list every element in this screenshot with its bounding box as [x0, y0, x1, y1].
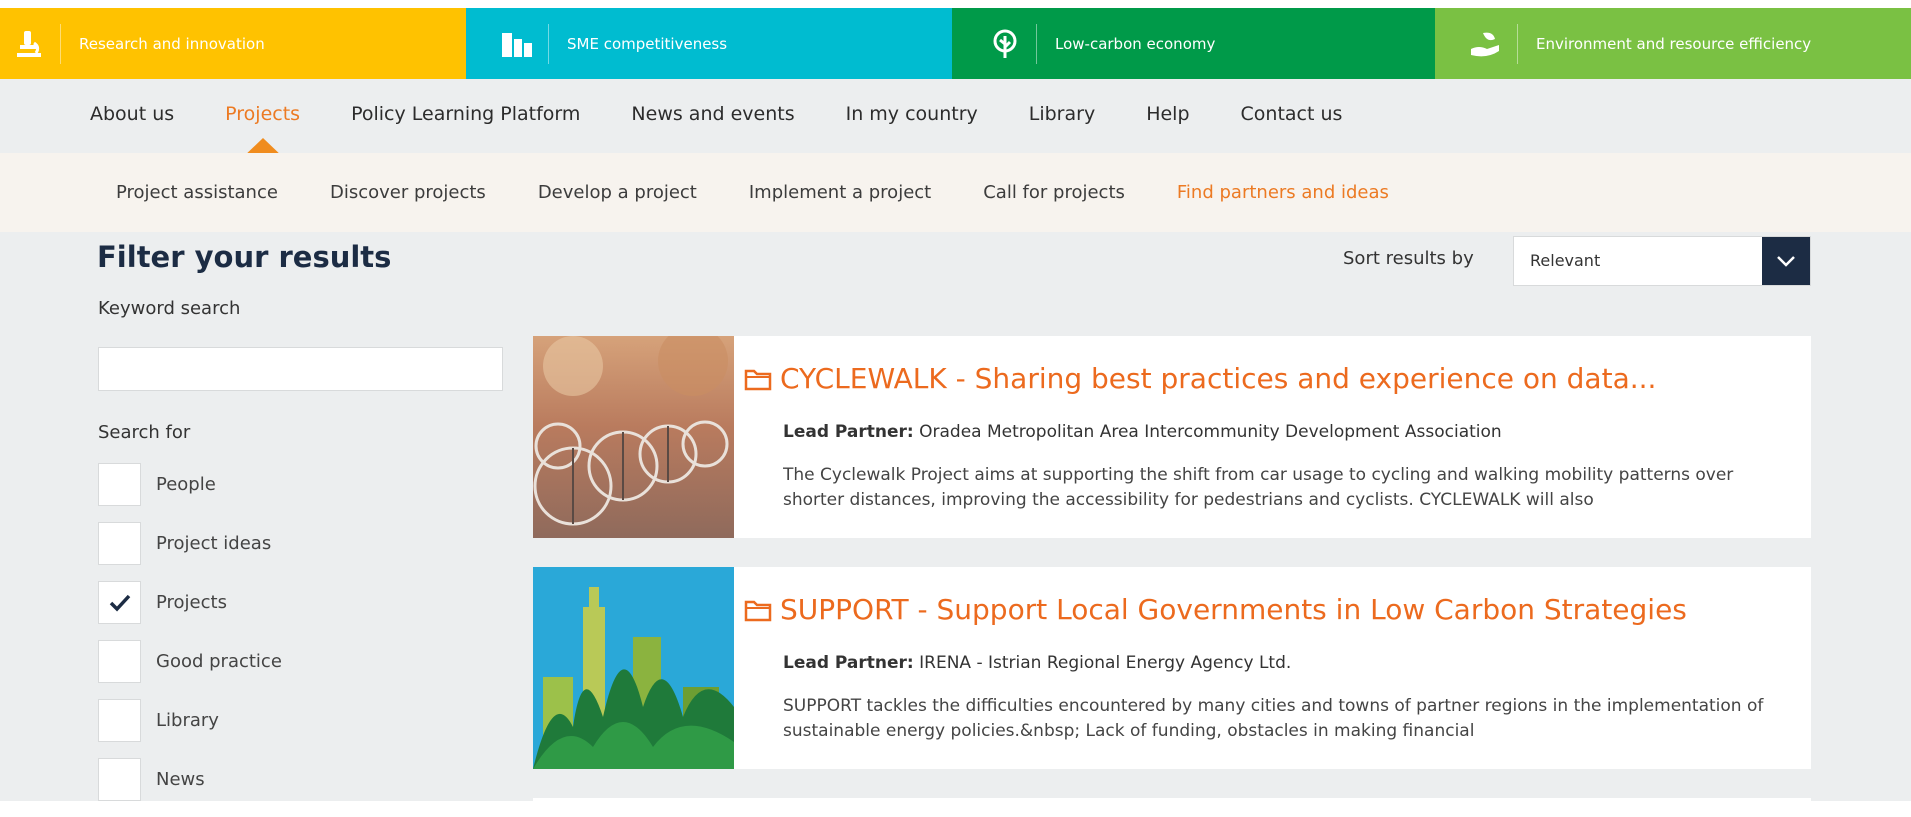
subnav-discover-projects[interactable]: Discover projects: [330, 182, 486, 203]
result-title: CYCLEWALK - Sharing best practices and e…: [780, 362, 1657, 395]
nav-news-and-events[interactable]: News and events: [631, 103, 794, 125]
theme-bar: Research and innovation SME competitiven…: [0, 8, 1911, 79]
checkbox-good-practice[interactable]: [98, 640, 141, 683]
nav-about-us[interactable]: About us: [90, 103, 174, 125]
theme-environment-label: Environment and resource efficiency: [1536, 34, 1812, 53]
subnav-project-assistance[interactable]: Project assistance: [116, 182, 278, 203]
result-card[interactable]: [533, 798, 1811, 808]
nav-library[interactable]: Library: [1029, 103, 1095, 125]
option-label: Library: [156, 710, 219, 731]
hand-leaf-icon: [1465, 23, 1507, 65]
nav-help[interactable]: Help: [1146, 103, 1189, 125]
sort-selected-value: Relevant: [1530, 251, 1601, 270]
option-label: News: [156, 769, 205, 790]
nav-policy-learning-platform[interactable]: Policy Learning Platform: [351, 103, 580, 125]
subnav-call-for-projects[interactable]: Call for projects: [983, 182, 1125, 203]
chevron-down-icon[interactable]: [1762, 237, 1810, 285]
sort-select[interactable]: Relevant: [1513, 236, 1811, 286]
checkbox-projects[interactable]: [98, 581, 141, 624]
theme-low-carbon[interactable]: Low-carbon economy: [952, 8, 1435, 79]
checkmark-icon: [109, 594, 130, 612]
lead-partner: Lead Partner: IRENA - Istrian Regional E…: [783, 653, 1291, 673]
theme-separator: [1517, 23, 1518, 64]
result-thumbnail[interactable]: [533, 567, 734, 769]
tree-icon: [984, 23, 1026, 65]
theme-sme-label: SME competitiveness: [567, 34, 728, 53]
folder-icon: [744, 367, 772, 391]
sort-label: Sort results by: [1343, 248, 1474, 269]
nav-contact-us[interactable]: Contact us: [1241, 103, 1343, 125]
results-content: Filter your results Keyword search Searc…: [0, 232, 1911, 808]
option-library[interactable]: Library: [98, 699, 282, 742]
theme-separator: [1036, 23, 1037, 64]
checkbox-news[interactable]: [98, 758, 141, 801]
lead-partner-name: IRENA - Istrian Regional Energy Agency L…: [913, 653, 1292, 673]
theme-research-label: Research and innovation: [79, 34, 265, 53]
buildings-icon: [496, 23, 538, 65]
result-title-link[interactable]: CYCLEWALK - Sharing best practices and e…: [744, 362, 1656, 395]
result-card[interactable]: SUPPORT - Support Local Governments in L…: [533, 567, 1811, 769]
option-people[interactable]: People: [98, 463, 282, 506]
lead-partner: Lead Partner: Oradea Metropolitan Area I…: [783, 422, 1502, 442]
option-label: Good practice: [156, 651, 282, 672]
nav-projects-label: Projects: [225, 103, 301, 125]
result-title: SUPPORT - Support Local Governments in L…: [780, 593, 1687, 626]
folder-icon: [744, 598, 772, 622]
theme-sme[interactable]: SME competitiveness: [466, 8, 952, 79]
option-news[interactable]: News: [98, 758, 282, 801]
keyword-search-label: Keyword search: [98, 298, 241, 319]
subnav-develop-a-project[interactable]: Develop a project: [538, 182, 697, 203]
checkbox-people[interactable]: [98, 463, 141, 506]
filter-title: Filter your results: [97, 240, 392, 274]
result-thumbnail[interactable]: [533, 336, 734, 538]
result-title-link[interactable]: SUPPORT - Support Local Governments in L…: [744, 593, 1687, 626]
option-projects[interactable]: Projects: [98, 581, 282, 624]
lead-partner-label: Lead Partner:: [783, 653, 914, 673]
option-label: People: [156, 474, 216, 495]
lead-partner-name: Oradea Metropolitan Area Intercommunity …: [913, 422, 1502, 442]
nav-projects[interactable]: Projects: [225, 103, 301, 159]
sub-nav: Project assistance Discover projects Dev…: [0, 153, 1911, 232]
theme-low-carbon-label: Low-carbon economy: [1055, 34, 1216, 53]
subnav-find-partners-and-ideas[interactable]: Find partners and ideas: [1177, 182, 1389, 203]
theme-research[interactable]: Research and innovation: [0, 8, 466, 79]
option-good-practice[interactable]: Good practice: [98, 640, 282, 683]
lead-partner-label: Lead Partner:: [783, 422, 914, 442]
checkbox-library[interactable]: [98, 699, 141, 742]
search-for-options: People Project ideas Projects Good pract…: [98, 463, 282, 817]
main-nav: About us Projects Policy Learning Platfo…: [0, 79, 1911, 159]
checkbox-project-ideas[interactable]: [98, 522, 141, 565]
microscope-icon: [8, 23, 50, 65]
theme-environment[interactable]: Environment and resource efficiency: [1435, 8, 1911, 79]
search-for-label: Search for: [98, 422, 191, 443]
theme-separator: [60, 23, 61, 64]
keyword-search-input[interactable]: [98, 347, 503, 391]
option-label: Project ideas: [156, 533, 272, 554]
theme-separator: [548, 23, 549, 64]
result-card[interactable]: CYCLEWALK - Sharing best practices and e…: [533, 336, 1811, 538]
text-fade: [1631, 488, 1751, 514]
option-project-ideas[interactable]: Project ideas: [98, 522, 282, 565]
text-fade: [1631, 719, 1751, 745]
option-label: Projects: [156, 592, 227, 613]
subnav-implement-a-project[interactable]: Implement a project: [749, 182, 931, 203]
nav-in-my-country[interactable]: In my country: [846, 103, 978, 125]
